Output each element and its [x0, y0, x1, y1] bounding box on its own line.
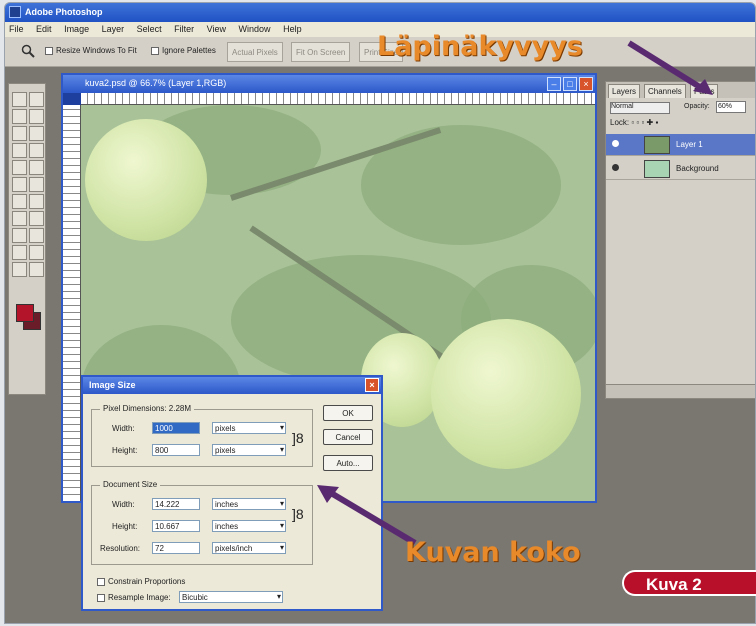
- foreground-color-swatch[interactable]: [16, 304, 34, 322]
- figure-badge: Kuva 2: [622, 570, 756, 596]
- arrow-line: [627, 40, 705, 92]
- annotation-arrows: [317, 40, 713, 546]
- photoshop-window: Adobe Photoshop File Edit Image Layer Se…: [4, 2, 756, 624]
- kuvan-koko-label: Kuvan koko: [405, 537, 581, 568]
- arrow-line: [329, 490, 417, 546]
- lapinakyvyys-label: Läpinäkyvyys: [377, 31, 583, 62]
